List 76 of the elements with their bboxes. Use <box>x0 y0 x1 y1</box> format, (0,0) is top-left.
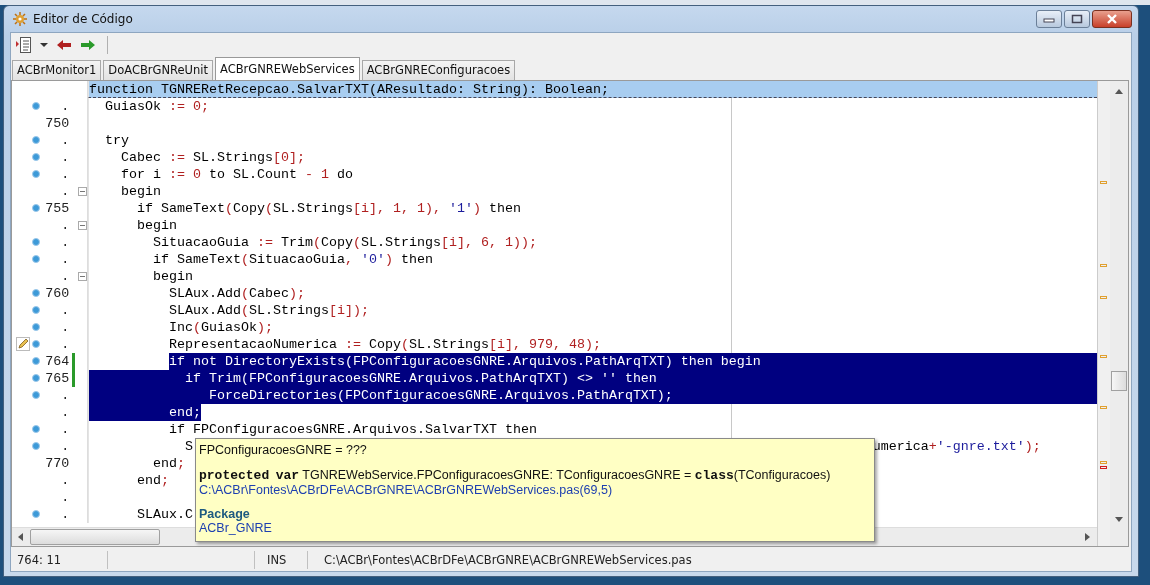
file-path: C:\ACBr\Fontes\ACBrDFe\ACBrGNRE\ACBrGNREWebServices.pas <box>323 552 692 570</box>
hint-title: FPConfiguracoesGNRE = ??? <box>199 443 368 458</box>
line-number: 765 <box>44 370 70 386</box>
line-number: . <box>60 336 70 352</box>
code-line: if SameText(SituacaoGuia, '0') then <box>152 250 433 268</box>
line-number: 760 <box>44 285 70 301</box>
package-link[interactable]: ACBr_GNRE <box>199 521 871 535</box>
editor-tab[interactable]: ACBrGNREWebServices <box>215 56 360 80</box>
line-number: . <box>60 132 70 148</box>
close-icon <box>1105 14 1119 24</box>
scroll-left-icon[interactable] <box>18 533 24 542</box>
code-line: begin <box>120 182 161 200</box>
minimize-icon <box>1043 15 1055 23</box>
line-number: . <box>60 319 70 335</box>
window-title: Editor de Código <box>33 12 133 26</box>
scroll-thumb[interactable] <box>30 529 160 546</box>
minimize-button[interactable] <box>1036 10 1062 28</box>
code-line: Inc(GuiasOk); <box>167 318 273 336</box>
code-line: begin <box>136 216 177 234</box>
cursor-position: 764: 11 <box>11 551 108 570</box>
scroll-up-icon[interactable] <box>1115 88 1123 95</box>
line-number: . <box>60 251 70 267</box>
fold-toggle[interactable] <box>77 186 87 196</box>
line-number: . <box>60 268 70 284</box>
line-number: . <box>60 438 70 454</box>
maximize-icon <box>1071 14 1083 24</box>
line-number: . <box>60 506 70 522</box>
code-line: umerica+'-gnre.txt'); <box>872 437 1041 455</box>
code-line: S <box>183 437 193 455</box>
line-number: . <box>60 217 70 233</box>
line-number: 764 <box>44 353 70 369</box>
scroll-thumb[interactable] <box>1111 370 1127 391</box>
line-number: . <box>60 472 70 488</box>
editor-tab[interactable]: ACBrMonitor1 <box>12 59 102 80</box>
code-line: GuiasOk := 0; <box>104 97 209 115</box>
code-line: SLAux.C <box>136 505 193 523</box>
code-line: end; <box>136 471 169 489</box>
line-number: . <box>60 302 70 318</box>
line-number: . <box>60 183 70 199</box>
line-number: . <box>60 489 70 505</box>
code-line: function TGNRERetRecepcao.SalvarTXT(AResultado: String): Boolean; <box>89 80 609 97</box>
package-heading: Package <box>199 507 251 521</box>
line-number: . <box>60 387 70 403</box>
code-line: Cabec := SL.Strings[0]; <box>120 148 305 166</box>
code-line: SLAux.Add(SL.Strings[i]); <box>167 301 369 319</box>
line-number: 755 <box>44 200 70 216</box>
code-line: SLAux.Add(Cabec); <box>167 284 305 302</box>
editor-tab[interactable]: DoACBrGNReUnit <box>103 59 214 80</box>
line-number: . <box>60 421 70 437</box>
code-line: if SameText(Copy(SL.Strings[i], 1, 1), '1') then <box>136 199 521 217</box>
line-number: . <box>60 234 70 250</box>
line-number: . <box>60 149 70 165</box>
code-line: try <box>104 131 129 149</box>
close-button[interactable] <box>1092 10 1132 28</box>
line-number: . <box>60 98 70 114</box>
code-line: RepresentacaoNumerica := Copy(SL.Strings[i], 979, 48); <box>167 335 601 353</box>
declaration-text: protected var TGNREWebService.FPConfiguracoesGNRE: TConfiguracoesGNRE = class(TConfiguracoes) <box>199 468 832 483</box>
code-line: for i := 0 to SL.Count - 1 do <box>120 165 353 183</box>
code-line: SituacaoGuia := Trim(Copy(SL.Strings[i], 6, 1)); <box>152 233 537 251</box>
fold-toggle[interactable] <box>77 271 87 281</box>
maximize-button[interactable] <box>1064 10 1090 28</box>
scroll-right-icon[interactable] <box>1085 533 1091 542</box>
code-line: begin <box>152 267 193 285</box>
code-line: end; <box>152 454 185 472</box>
code-line: if FPConfiguracoesGNRE.Arquivos.SalvarTXT then <box>167 420 537 438</box>
file-link[interactable]: C:\ACBr\Fontes\ACBrDFe\ACBrGNRE\ACBrGNREWebServices.pas(69,5) <box>199 483 871 497</box>
line-number: . <box>60 404 70 420</box>
fold-toggle[interactable] <box>77 220 87 230</box>
insert-mode: INS <box>255 551 308 570</box>
app-icon <box>12 11 28 27</box>
line-number: 750 <box>44 115 70 131</box>
line-number: . <box>60 166 70 182</box>
vertical-scrollbar[interactable] <box>1110 80 1128 547</box>
line-number: 770 <box>44 455 70 471</box>
editor-tab[interactable]: ACBrGNREConfiguracoes <box>361 59 516 80</box>
scroll-down-icon[interactable] <box>1115 516 1123 523</box>
